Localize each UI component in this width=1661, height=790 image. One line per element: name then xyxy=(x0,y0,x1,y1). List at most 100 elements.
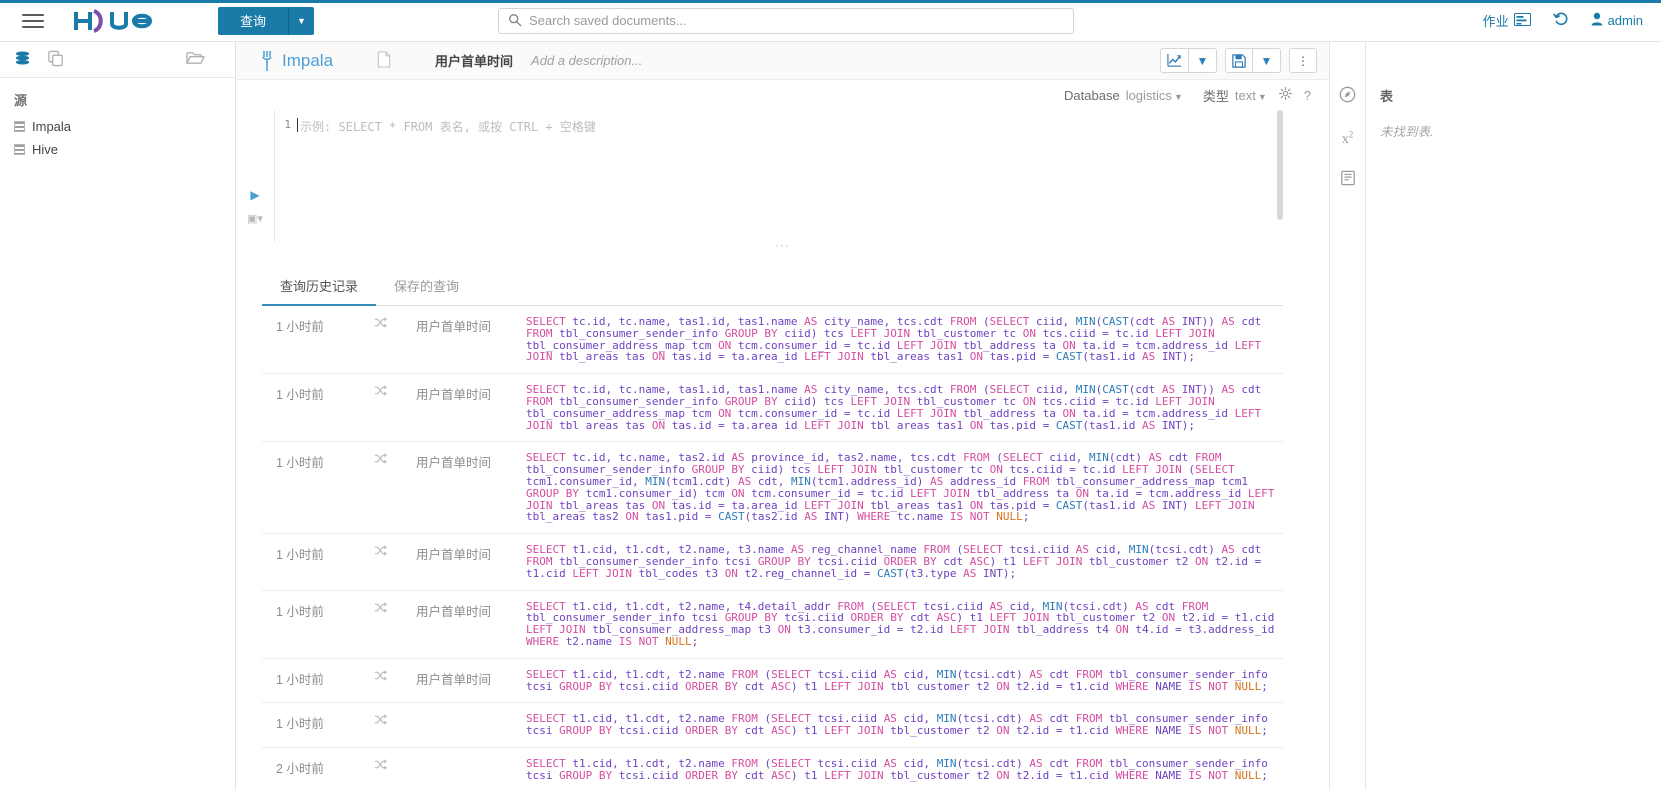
editor-column: Impala 用户首单时间 Add a description... ▼ ▼ ⋮… xyxy=(236,42,1329,790)
type-selector[interactable]: text ▼ xyxy=(1235,88,1267,103)
history-sql: SELECT t1.cid, t1.cdt, t2.name FROM (SEL… xyxy=(526,713,1275,737)
history-query-name: 用户首单时间 xyxy=(416,388,492,403)
document-title[interactable]: 用户首单时间 xyxy=(435,51,513,70)
status-running-icon xyxy=(374,452,416,468)
vertical-ellipsis-icon[interactable]: ⋮ xyxy=(1289,48,1317,73)
save-button-group: ▼ xyxy=(1225,48,1281,73)
hamburger-menu-icon[interactable] xyxy=(10,0,56,42)
history-query-name: 用户首单时间 xyxy=(416,548,492,563)
editor-gutter-actions: ▶ ▣▾ xyxy=(236,110,274,242)
top-navbar: 查询 ▼ 作业 xyxy=(0,0,1661,42)
jobs-label: 作业 xyxy=(1482,14,1509,29)
caret-down-icon: ▼ xyxy=(1257,91,1267,102)
query-button[interactable]: 查询 xyxy=(218,6,289,35)
history-time: 1 小时前 xyxy=(276,388,324,403)
right-icon-bar: x2 xyxy=(1329,42,1365,790)
status-running-icon xyxy=(374,316,416,332)
table-row[interactable]: 1 小时前 SELECT t1.cid, t1.cdt, t2.name FROM… xyxy=(262,703,1283,748)
editor-placeholder: 示例: SELECT * FROM 表名, 或按 CTRL + 空格键 xyxy=(300,120,596,134)
history-sql: SELECT tc.id, tc.name, tas1.id, tas1.nam… xyxy=(526,316,1268,364)
table-row[interactable]: 2 小时前 SELECT t1.cid, t1.cdt, t2.name FROM… xyxy=(262,748,1283,790)
result-tabs: 查询历史记录 保存的查询 xyxy=(262,268,1283,306)
editor-header: Impala 用户首单时间 Add a description... ▼ ▼ ⋮ xyxy=(236,42,1329,80)
status-running-icon xyxy=(374,384,416,400)
history-time: 1 小时前 xyxy=(276,320,324,334)
history-query-name: 用户首单时间 xyxy=(416,320,492,334)
floppy-save-icon[interactable] xyxy=(1225,48,1253,73)
sidebar-item-hive[interactable]: Hive xyxy=(0,138,235,161)
save-dropdown-caret-icon[interactable]: ▼ xyxy=(1253,48,1281,73)
left-assist-tabs xyxy=(0,42,235,78)
status-running-icon xyxy=(374,713,416,729)
type-label: 类型 xyxy=(1202,88,1229,104)
editor-scrollbar[interactable] xyxy=(1277,110,1283,220)
line-number: 1 xyxy=(284,118,291,131)
engine-name: Impala xyxy=(282,50,334,70)
question-mark-icon[interactable]: ? xyxy=(1304,88,1311,103)
user-menu[interactable]: admin xyxy=(1591,12,1643,29)
database-label: Database xyxy=(1064,87,1120,103)
search-saved-documents xyxy=(498,7,1074,34)
chart-dropdown-caret-icon[interactable]: ▼ xyxy=(1189,48,1217,73)
sidebar-item-impala[interactable]: Impala xyxy=(0,115,235,138)
functions-x2-icon[interactable]: x2 xyxy=(1342,129,1354,148)
chart-line-icon[interactable] xyxy=(1160,48,1189,73)
history-clock-icon xyxy=(1552,11,1569,30)
database-glyph-icon xyxy=(14,144,25,155)
history-time: 1 小时前 xyxy=(276,456,324,471)
history-time: 1 小时前 xyxy=(276,548,324,563)
history-time: 1 小时前 xyxy=(276,672,324,687)
table-row[interactable]: 1 小时前 用户首单时间 SELECT t1.cid, t1.cdt, t2.nam… xyxy=(262,659,1283,704)
history-time: 2 小时前 xyxy=(276,761,324,776)
user-icon xyxy=(1591,12,1603,29)
query-history-list: 1 小时前 用户首单时间 SELECT tc.id, tc.name, tas1.i… xyxy=(262,306,1283,790)
table-row[interactable]: 1 小时前 用户首单时间 SELECT t1.cid, t1.cdt, t2.nam… xyxy=(262,534,1283,591)
status-running-icon xyxy=(374,758,416,774)
text-caret xyxy=(297,118,298,132)
document-description[interactable]: Add a description... xyxy=(531,53,642,68)
snippet-icon[interactable]: ▣▾ xyxy=(247,212,263,225)
sql-code-area[interactable]: 1 示例: SELECT * FROM 表名, 或按 CTRL + 空格键 xyxy=(274,110,1283,242)
gear-icon[interactable] xyxy=(1278,87,1292,103)
tables-panel-title: 表 xyxy=(1380,89,1394,104)
sidebar-item-label: Hive xyxy=(32,142,59,157)
database-stack-icon[interactable] xyxy=(14,50,31,70)
editor-options-bar: Database logistics ▼ 类型 text ▼ ? xyxy=(236,80,1329,110)
topbar-right-actions: 作业 admin xyxy=(1483,11,1661,30)
table-row[interactable]: 1 小时前 用户首单时间 SELECT tc.id, tc.name, tas2.i… xyxy=(262,442,1283,535)
user-name: admin xyxy=(1607,13,1643,28)
history-sql: SELECT t1.cid, t1.cdt, t2.name FROM (SEL… xyxy=(526,668,1275,693)
jobs-link[interactable]: 作业 xyxy=(1483,11,1531,30)
history-sql: SELECT t1.cid, t1.cdt, t2.name, t4.detai… xyxy=(526,600,1282,648)
history-query-name: 用户首单时间 xyxy=(416,672,492,687)
table-row[interactable]: 1 小时前 用户首单时间 SELECT tc.id, tc.name, tas1.i… xyxy=(262,306,1283,375)
type-value: text xyxy=(1234,87,1256,103)
editor-toolbar: ▼ ▼ ⋮ xyxy=(1160,48,1317,73)
table-row[interactable]: 1 小时前 用户首单时间 SELECT t1.cid, t1.cdt, t2.nam… xyxy=(262,591,1283,659)
folder-open-icon[interactable] xyxy=(186,50,205,69)
sql-editor-region: ▶ ▣▾ 1 示例: SELECT * FROM 表名, 或按 CTRL + 空… xyxy=(236,110,1329,242)
hue-logo[interactable] xyxy=(70,6,182,36)
status-running-icon xyxy=(374,544,416,560)
search-input[interactable] xyxy=(498,7,1074,34)
documents-copy-icon[interactable] xyxy=(47,50,65,70)
documentation-book-icon[interactable] xyxy=(1340,170,1356,190)
assistant-compass-icon[interactable] xyxy=(1339,86,1356,107)
history-time: 1 小时前 xyxy=(276,717,324,732)
history-query-name: 用户首单时间 xyxy=(416,456,492,471)
tab-query-history[interactable]: 查询历史记录 xyxy=(262,268,377,306)
chart-button-group: ▼ xyxy=(1160,48,1217,73)
history-link[interactable] xyxy=(1552,11,1569,30)
history-sql: SELECT tc.id, tc.name, tas1.id, tas1.nam… xyxy=(526,384,1268,432)
play-triangle-icon[interactable]: ▶ xyxy=(250,188,259,202)
query-dropdown-caret-icon[interactable]: ▼ xyxy=(288,6,315,35)
editor-resize-handle[interactable]: ··· xyxy=(236,239,1329,256)
status-running-icon xyxy=(374,601,416,617)
database-selector[interactable]: logistics ▼ xyxy=(1126,88,1183,103)
jobs-list-icon xyxy=(1513,12,1531,29)
tab-saved-queries[interactable]: 保存的查询 xyxy=(376,268,477,306)
table-row[interactable]: 1 小时前 用户首单时间 SELECT tc.id, tc.name, tas1.i… xyxy=(262,374,1283,443)
history-query-name: 用户首单时间 xyxy=(416,604,492,619)
database-glyph-icon xyxy=(14,121,25,132)
document-icon[interactable] xyxy=(377,50,391,71)
